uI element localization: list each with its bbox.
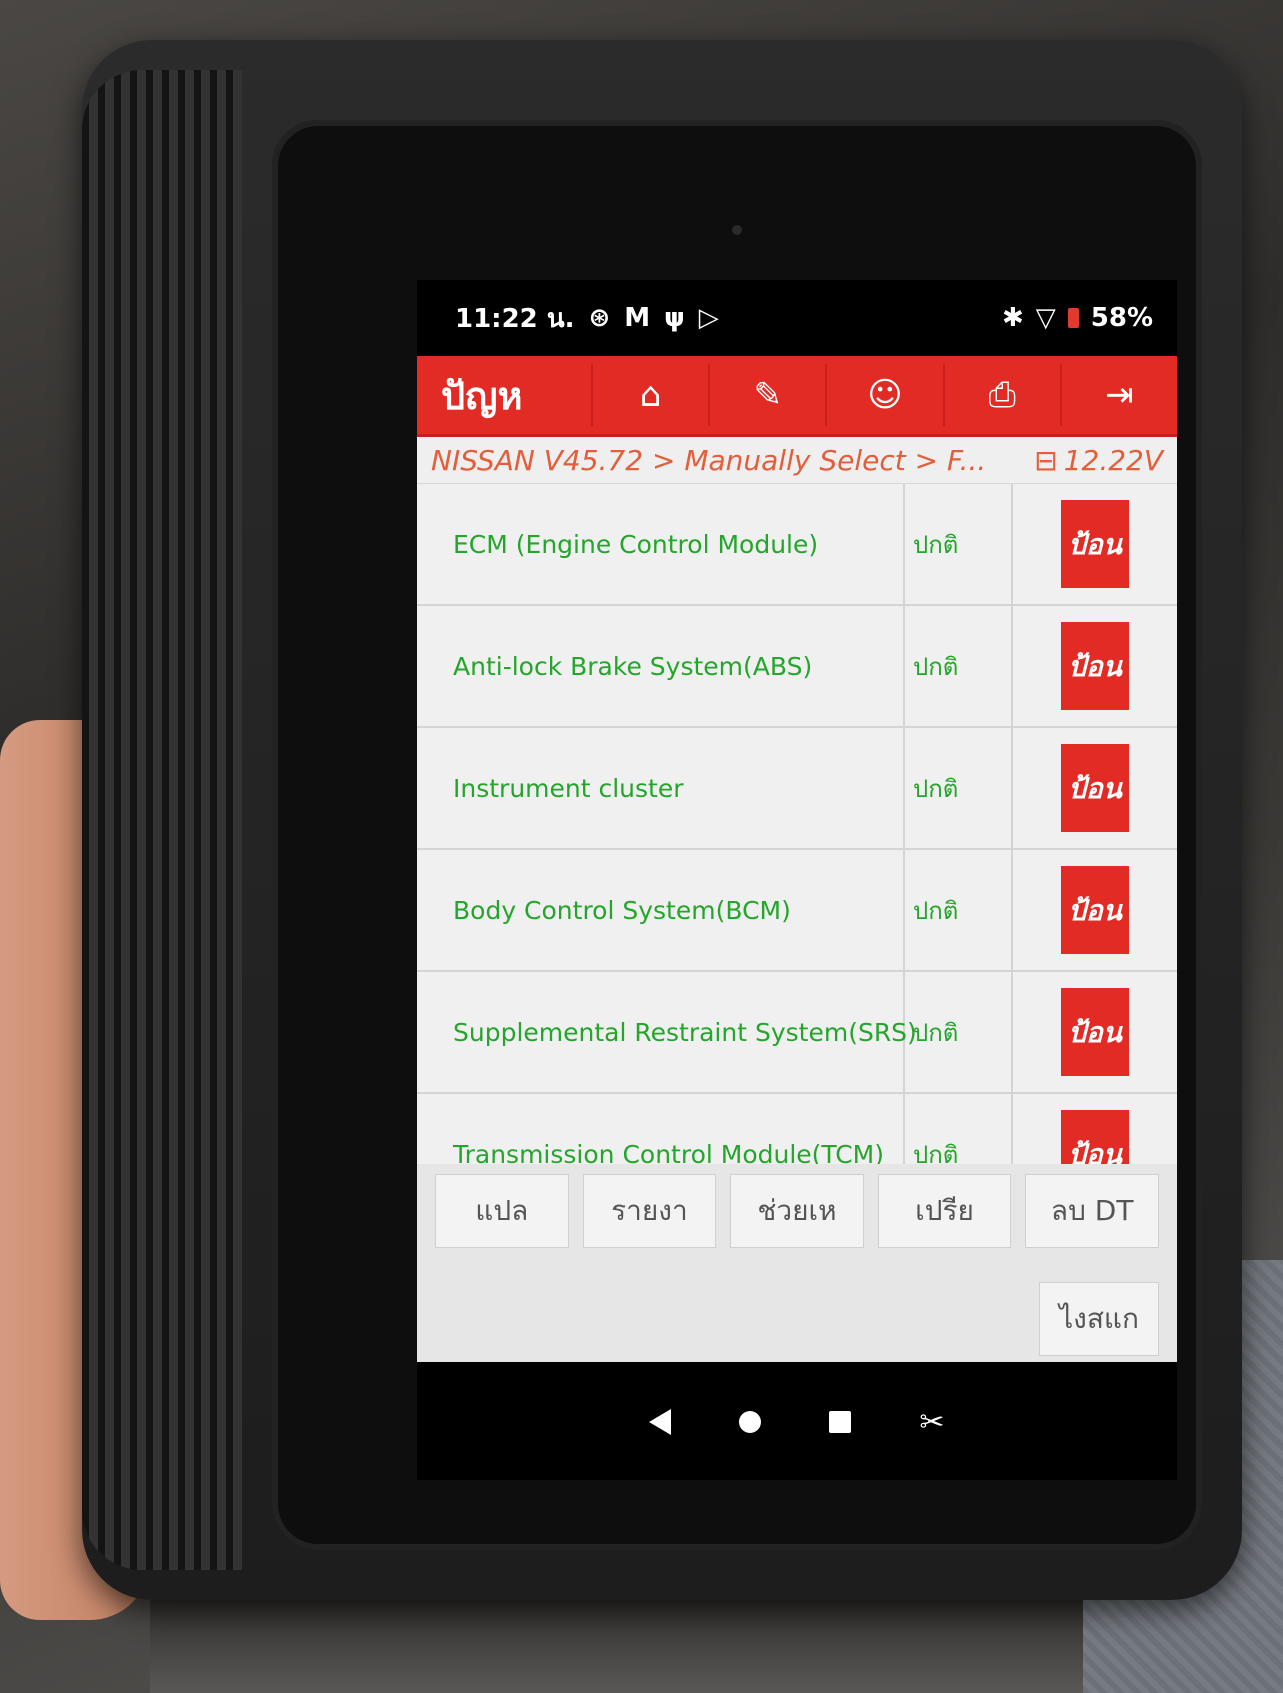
- play-store-icon: ▷: [698, 303, 719, 333]
- table-row: Supplemental Restraint System(SRS) ปกติ …: [417, 972, 1177, 1094]
- module-name: ECM (Engine Control Module): [417, 484, 905, 604]
- enter-button[interactable]: ป้อน: [1061, 500, 1129, 588]
- print-button[interactable]: ⎙: [942, 364, 1060, 426]
- table-row: Anti-lock Brake System(ABS) ปกติ ป้อน: [417, 606, 1177, 728]
- module-status: ปกติ: [905, 728, 1013, 848]
- voltage-readout: 12.22V: [1063, 443, 1163, 477]
- module-list: ECM (Engine Control Module) ปกติ ป้อน An…: [417, 484, 1177, 1164]
- printer-icon: ⎙: [988, 375, 1016, 415]
- battery-level: 58%: [1090, 303, 1153, 333]
- module-status: ปกติ: [905, 606, 1013, 726]
- module-status: ปกติ: [905, 850, 1013, 970]
- enter-button[interactable]: ป้อน: [1061, 1110, 1129, 1164]
- module-status: ปกติ: [905, 1094, 1013, 1164]
- enter-button[interactable]: ป้อน: [1061, 744, 1129, 832]
- app-toolbar: ปัญห ⌂ ✎ ☺ ⎙ ⇥: [417, 356, 1177, 437]
- function-bar: แปล รายงา ช่วยเห เปรีย ลบ DT ไงสแก: [417, 1164, 1177, 1362]
- module-name: Instrument cluster: [417, 728, 905, 848]
- table-row: ECM (Engine Control Module) ปกติ ป้อน: [417, 484, 1177, 606]
- exit-icon: ⇥: [1105, 375, 1134, 415]
- enter-button[interactable]: ป้อน: [1061, 622, 1129, 710]
- compare-button[interactable]: เปรีย: [877, 1174, 1012, 1248]
- scan-tool-device: 11:22 น. ⊛ M ψ ▷ ✱ ▽ 58% ปัญห ⌂ ✎ ☺ ⎙ ⇥ …: [82, 40, 1242, 1600]
- battery-voltage-icon: ⊟: [1034, 443, 1058, 477]
- page-title: ปัญห: [441, 373, 523, 418]
- wifi-icon: ▽: [1035, 303, 1056, 333]
- module-status: ปกติ: [905, 972, 1013, 1092]
- device-grip-ridges: [82, 70, 242, 1570]
- home-button[interactable]: ⌂: [591, 364, 708, 426]
- screenshot-icon[interactable]: ✂: [919, 1405, 944, 1440]
- module-name: Transmission Control Module(TCM): [417, 1094, 905, 1164]
- translate-button[interactable]: แปล: [435, 1174, 569, 1248]
- bluetooth-icon: ✱: [1001, 303, 1024, 333]
- table-row: Body Control System(BCM) ปกติ ป้อน: [417, 850, 1177, 972]
- usb-icon: ψ: [664, 303, 685, 333]
- target-icon: ⊛: [588, 303, 611, 333]
- help-button[interactable]: ช่วยเห: [730, 1174, 864, 1248]
- module-status: ปกติ: [905, 484, 1013, 604]
- android-nav-bar: ✂: [417, 1362, 1177, 1480]
- home-circle-icon[interactable]: [739, 1411, 762, 1433]
- status-bar: 11:22 น. ⊛ M ψ ▷ ✱ ▽ 58%: [417, 280, 1177, 356]
- clock: 11:22 น.: [455, 303, 575, 334]
- table-row: Transmission Control Module(TCM) ปกติ ป้…: [417, 1094, 1177, 1164]
- back-icon[interactable]: [649, 1409, 672, 1435]
- report-button[interactable]: รายงา: [582, 1174, 717, 1248]
- breadcrumb: NISSAN V45.72 > Manually Select > F... ⊟…: [417, 437, 1177, 484]
- screen-bezel: 11:22 น. ⊛ M ψ ▷ ✱ ▽ 58% ปัญห ⌂ ✎ ☺ ⎙ ⇥ …: [272, 120, 1202, 1550]
- home-icon: ⌂: [639, 375, 662, 415]
- clear-dtc-button[interactable]: ลบ DT: [1025, 1174, 1159, 1248]
- gmail-icon: M: [624, 303, 651, 333]
- battery-icon: [1067, 308, 1079, 328]
- exit-button[interactable]: ⇥: [1059, 364, 1177, 426]
- module-name: Anti-lock Brake System(ABS): [417, 606, 905, 726]
- user-button[interactable]: ☺: [825, 364, 942, 426]
- module-name: Supplemental Restraint System(SRS): [417, 972, 917, 1092]
- table-row: Instrument cluster ปกติ ป้อน: [417, 728, 1177, 850]
- edit-button[interactable]: ✎: [708, 364, 825, 426]
- module-name: Body Control System(BCM): [417, 850, 905, 970]
- enter-button[interactable]: ป้อน: [1061, 988, 1129, 1076]
- screen: 11:22 น. ⊛ M ψ ▷ ✱ ▽ 58% ปัญห ⌂ ✎ ☺ ⎙ ⇥ …: [417, 280, 1177, 1480]
- edit-icon: ✎: [753, 375, 783, 415]
- scan-button[interactable]: ไงสแก: [1039, 1282, 1159, 1356]
- breadcrumb-path: NISSAN V45.72 > Manually Select > F...: [431, 443, 987, 477]
- user-icon: ☺: [867, 375, 903, 415]
- camera-dot: [732, 225, 742, 235]
- recent-apps-icon[interactable]: [829, 1411, 852, 1433]
- enter-button[interactable]: ป้อน: [1061, 866, 1129, 954]
